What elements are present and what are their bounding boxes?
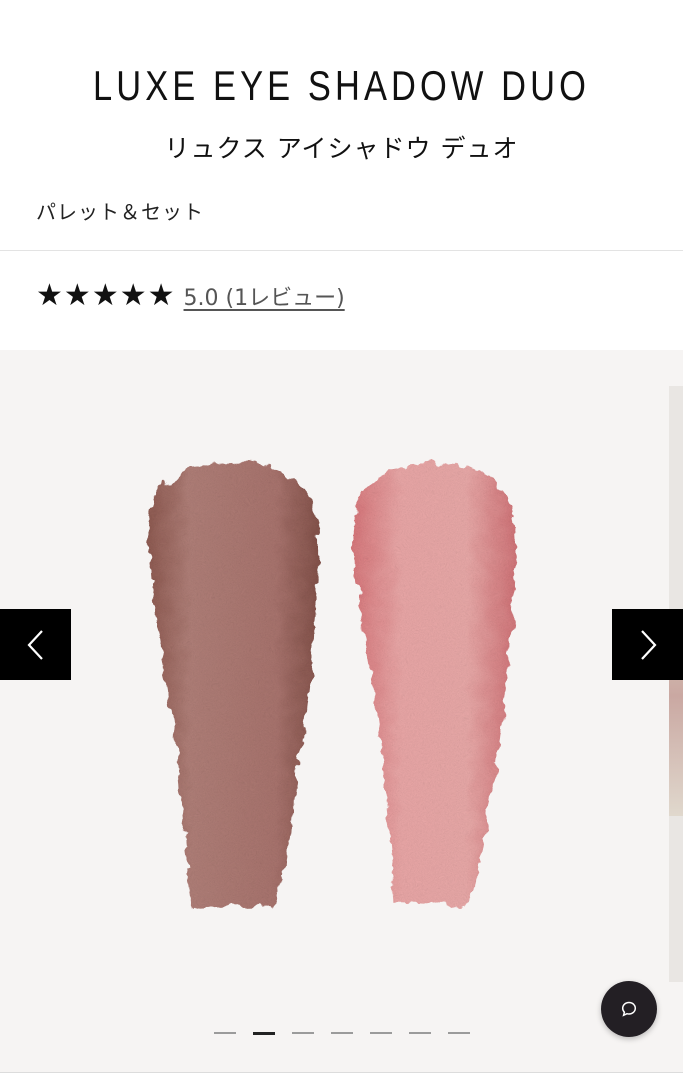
star-icon: ★ xyxy=(63,278,91,313)
star-icon: ★ xyxy=(119,278,147,313)
swatch-right xyxy=(351,462,516,905)
image-gallery xyxy=(0,350,683,1072)
chat-bubble-icon xyxy=(621,1001,637,1017)
product-category: パレット＆セット xyxy=(36,200,204,224)
chat-button[interactable] xyxy=(601,981,657,1037)
chevron-right-icon xyxy=(640,629,657,660)
slide-indicator[interactable] xyxy=(330,1032,353,1034)
star-rating: ★ ★ ★ ★ ★ xyxy=(36,281,176,311)
slide-indicators xyxy=(0,1032,683,1035)
eyeshadow-swatch-image xyxy=(147,462,516,908)
slide-indicator[interactable] xyxy=(213,1032,236,1034)
next-slide-button[interactable] xyxy=(612,609,683,680)
prev-slide-button[interactable] xyxy=(0,609,71,680)
star-icon: ★ xyxy=(147,278,175,313)
product-subtitle: リュクス アイシャドウ デュオ xyxy=(164,134,519,163)
product-header: LUXE EYE SHADOW DUO リュクス アイシャドウ デュオ パレット… xyxy=(0,0,683,251)
product-title: LUXE EYE SHADOW DUO xyxy=(92,62,590,109)
divider xyxy=(0,1072,683,1073)
star-icon: ★ xyxy=(36,278,63,313)
slide-indicator[interactable] xyxy=(252,1032,275,1035)
swatch-left xyxy=(147,462,319,908)
review-link[interactable]: 5.0 (1レビュー) xyxy=(184,280,345,312)
star-icon: ★ xyxy=(91,278,119,313)
chevron-left-icon xyxy=(26,629,43,660)
slide-indicator[interactable] xyxy=(447,1032,470,1034)
product-rating: ★ ★ ★ ★ ★ 5.0 (1レビュー) xyxy=(36,276,345,316)
slide-indicator[interactable] xyxy=(291,1032,314,1034)
slide-indicator[interactable] xyxy=(369,1032,392,1034)
slide-indicator[interactable] xyxy=(408,1032,431,1034)
next-slide-peek xyxy=(669,386,683,982)
